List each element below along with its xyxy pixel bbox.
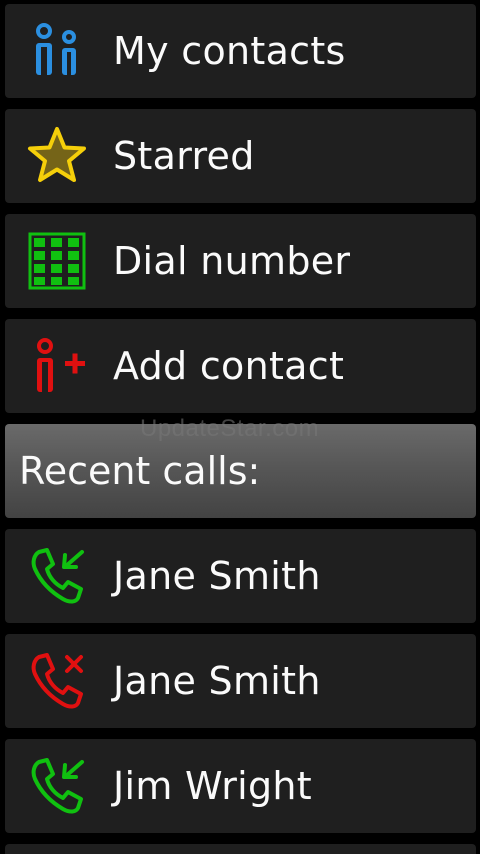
recent-call-row[interactable]: Jim Wright [5, 739, 476, 833]
dialpad-icon [24, 228, 90, 294]
menu-item-label: Dial number [113, 239, 351, 283]
menu-item-my-contacts[interactable]: My contacts [5, 4, 476, 98]
menu-item-starred[interactable]: Starred [5, 109, 476, 203]
missed-call-icon [24, 648, 90, 714]
menu-item-label: Starred [113, 134, 255, 178]
incoming-call-icon [24, 753, 90, 819]
recent-calls-title: Recent calls: [19, 449, 261, 493]
incoming-call-icon [24, 543, 90, 609]
caller-name: Jane Smith [113, 554, 321, 598]
watermark: UpdateStar.com [140, 415, 320, 442]
menu-item-label: Add contact [113, 344, 345, 388]
recent-call-row[interactable]: Jane Smith [5, 634, 476, 728]
caller-name: Jane Smith [113, 659, 321, 703]
star-icon [24, 123, 90, 189]
caller-name: Jim Wright [113, 764, 313, 808]
next-row-edge [5, 844, 476, 854]
menu-item-label: My contacts [113, 29, 346, 73]
menu-item-dial-number[interactable]: Dial number [5, 214, 476, 308]
contacts-icon [24, 18, 90, 84]
menu-item-add-contact[interactable]: Add contact [5, 319, 476, 413]
add-contact-icon [24, 333, 90, 399]
recent-call-row[interactable]: Jane Smith [5, 529, 476, 623]
